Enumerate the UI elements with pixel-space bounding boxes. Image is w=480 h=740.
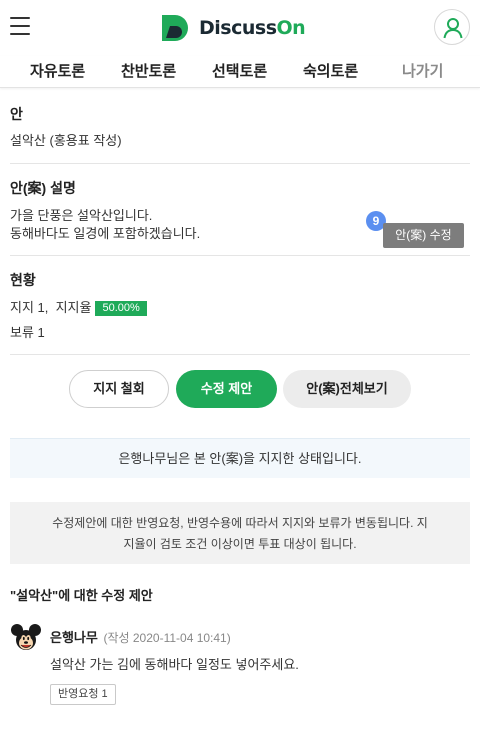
description-heading: 안(案) 설명 bbox=[10, 180, 76, 196]
divider bbox=[10, 354, 470, 355]
support-status-notice: 은행나무님은 본 안(案)을 지지한 상태입니다. bbox=[10, 438, 470, 478]
reflect-request-button[interactable]: 반영요청 1 bbox=[50, 684, 116, 705]
proposal-value: 설악산 (홍용표 작성) bbox=[10, 133, 122, 148]
nav-item-free-discussion[interactable]: 자유토론 bbox=[30, 60, 85, 81]
logo-mark-icon bbox=[162, 15, 188, 41]
status-section: 현황 지지 1, 지지율 50.00% 보류 1 bbox=[10, 270, 470, 342]
hold-count-text: 보류 1 bbox=[10, 325, 45, 340]
avatar bbox=[10, 622, 42, 654]
nav-item-pro-con-discussion[interactable]: 찬반토론 bbox=[121, 60, 176, 81]
status-heading: 현황 bbox=[10, 272, 36, 288]
view-all-proposals-button[interactable]: 안(案)전체보기 bbox=[283, 370, 411, 408]
nav-item-choice-discussion[interactable]: 선택토론 bbox=[212, 60, 267, 81]
comment-text: 설악산 가는 김에 동해바다 일정도 넣어주세요. bbox=[50, 657, 299, 672]
support-rate-badge: 50.00% bbox=[95, 301, 147, 316]
nav-exit[interactable]: 나가기 bbox=[402, 60, 443, 81]
support-row: 지지 1, 지지율 50.00% bbox=[10, 299, 470, 317]
app-header: DiscussOn bbox=[0, 0, 480, 56]
comment-author: 은행나무 (작성 2020-11-04 10:41) bbox=[50, 630, 231, 645]
nav-item-deliberation[interactable]: 숙의토론 bbox=[303, 60, 358, 81]
mouse-avatar-icon bbox=[11, 624, 41, 650]
user-profile-button[interactable] bbox=[434, 9, 470, 45]
rules-notice-line-1: 수정제안에 대한 반영요청, 반영수용에 따라서 지지와 보류가 변동됩니다. … bbox=[52, 516, 428, 530]
logo-text: DiscussOn bbox=[199, 17, 306, 39]
withdraw-support-button[interactable]: 지지 철회 bbox=[69, 370, 169, 408]
rules-notice-line-2: 지율이 검토 조건 이상이면 투표 대상이 됩니다. bbox=[123, 537, 357, 551]
logo[interactable]: DiscussOn bbox=[160, 12, 306, 44]
discussion-type-nav: 자유토론 찬반토론 선택토론 숙의토론 나가기 bbox=[0, 56, 480, 88]
propose-edit-button[interactable]: 수정 제안 bbox=[176, 370, 277, 408]
proposal-heading: 안 bbox=[10, 106, 23, 122]
rules-notice: 수정제안에 대한 반영요청, 반영수용에 따라서 지지와 보류가 변동됩니다. … bbox=[10, 502, 470, 564]
hamburger-icon[interactable] bbox=[10, 16, 32, 36]
edit-proposal-button[interactable]: 안(案) 수정 bbox=[383, 223, 464, 248]
divider bbox=[10, 255, 470, 256]
proposal-section: 안 설악산 (홍용표 작성) bbox=[10, 104, 470, 150]
support-count-text: 지지 1, 지지율 bbox=[10, 300, 92, 315]
edit-proposals-heading: "설악산"에 대한 수정 제안 bbox=[10, 588, 153, 603]
user-icon bbox=[443, 18, 463, 39]
divider bbox=[10, 163, 470, 164]
comment-timestamp: (작성 2020-11-04 10:41) bbox=[103, 631, 231, 645]
